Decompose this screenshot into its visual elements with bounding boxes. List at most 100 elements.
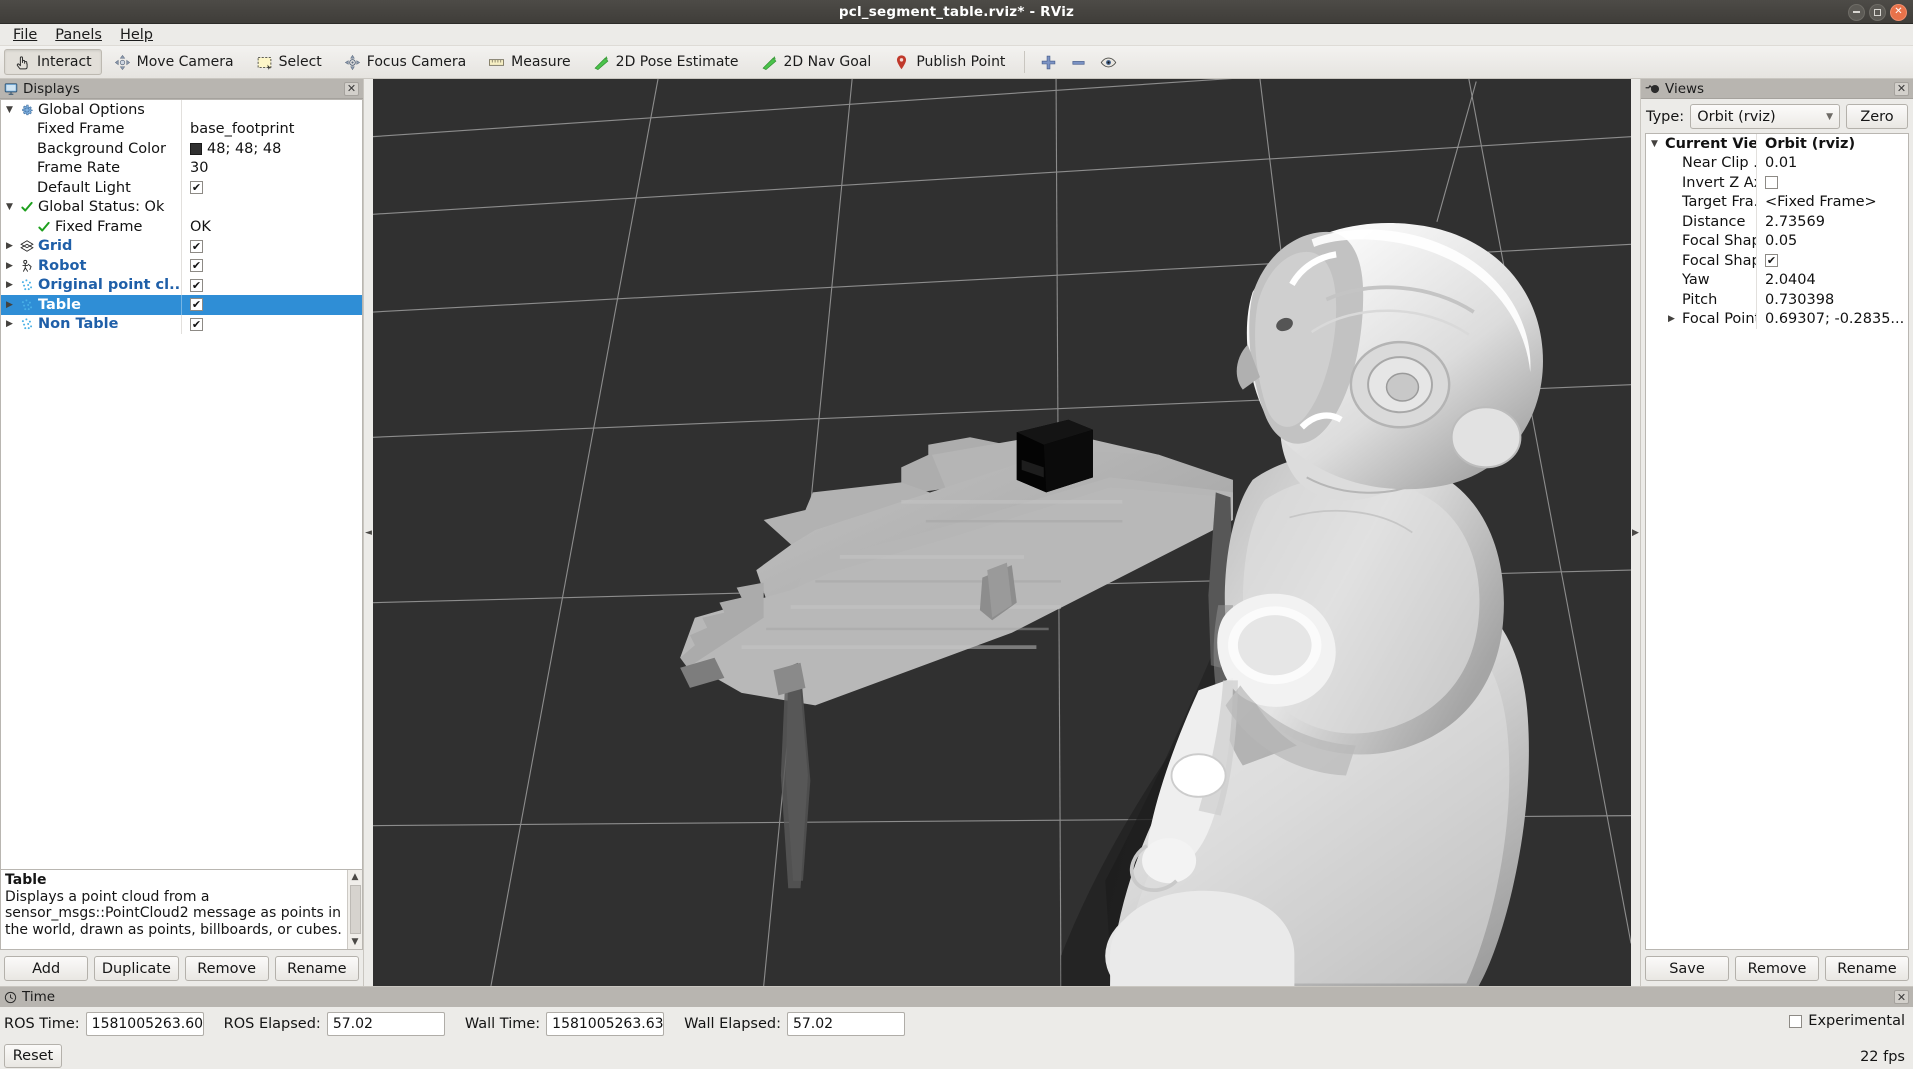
- scrollbar-thumb[interactable]: [349, 885, 361, 934]
- scroll-down-icon[interactable]: ▼: [352, 935, 359, 949]
- render-viewport-3d[interactable]: [373, 79, 1631, 986]
- property-row[interactable]: ▶ Robot ✔: [1, 256, 362, 276]
- property-value[interactable]: OK: [181, 217, 362, 237]
- property-value[interactable]: <Fixed Frame>: [1756, 192, 1908, 212]
- rename-view-button[interactable]: Rename: [1825, 956, 1909, 981]
- property-row[interactable]: Invert Z Axis: [1646, 173, 1908, 193]
- property-row[interactable]: Pitch 0.730398: [1646, 290, 1908, 310]
- property-row[interactable]: ▶ Focal Point 0.69307; -0.2835...: [1646, 309, 1908, 329]
- experimental-toggle[interactable]: Experimental: [1789, 1013, 1905, 1029]
- add-tool-button[interactable]: [1034, 49, 1062, 75]
- tool-properties-button[interactable]: [1094, 49, 1122, 75]
- tool-select[interactable]: Select: [246, 49, 332, 75]
- views-close-icon[interactable]: ✕: [1894, 81, 1909, 96]
- property-row[interactable]: Frame Rate 30: [1, 158, 362, 178]
- checkbox-checked[interactable]: ✔: [190, 259, 203, 273]
- property-value[interactable]: base_footprint: [181, 119, 362, 139]
- time-close-icon[interactable]: ✕: [1894, 990, 1909, 1004]
- property-value[interactable]: ✔: [181, 295, 362, 315]
- property-row[interactable]: ▶ Original point cl... ✔: [1, 275, 362, 295]
- twisty-collapsed-icon[interactable]: ▶: [3, 300, 16, 310]
- add-display-button[interactable]: Add: [4, 956, 89, 981]
- tool-2d-pose-estimate[interactable]: 2D Pose Estimate: [583, 49, 749, 75]
- view-type-select[interactable]: Orbit (rviz) ▼: [1690, 104, 1840, 129]
- twisty-collapsed-icon[interactable]: ▶: [3, 261, 16, 271]
- reset-time-button[interactable]: Reset: [4, 1044, 62, 1068]
- property-row[interactable]: Focal Shap... 0.05: [1646, 231, 1908, 251]
- property-row[interactable]: Focal Shap... ✔: [1646, 251, 1908, 271]
- experimental-checkbox[interactable]: [1789, 1014, 1803, 1028]
- property-row[interactable]: Fixed Frame base_footprint: [1, 119, 362, 139]
- time-field-input[interactable]: 1581005263.63: [546, 1012, 665, 1036]
- property-value[interactable]: [181, 197, 362, 217]
- color-swatch[interactable]: [190, 142, 202, 155]
- property-row[interactable]: ▼ Current View Orbit (rviz): [1646, 134, 1908, 154]
- twisty-collapsed-icon[interactable]: ▶: [3, 319, 16, 329]
- tool-measure[interactable]: Measure: [478, 49, 581, 75]
- displays-close-icon[interactable]: ✕: [344, 81, 359, 96]
- close-icon[interactable]: ✕: [1890, 3, 1907, 21]
- time-field-input[interactable]: 1581005263.60: [85, 1012, 204, 1036]
- displays-property-tree[interactable]: ▼ Global Options Fixed Frame base_footprint…: [0, 99, 363, 870]
- tool-focus-camera[interactable]: Focus Camera: [334, 49, 476, 75]
- twisty-collapsed-icon[interactable]: ▶: [3, 280, 16, 290]
- remove-view-button[interactable]: Remove: [1735, 956, 1819, 981]
- menu-panels[interactable]: Panels: [46, 25, 111, 45]
- twisty-collapsed-icon[interactable]: ▶: [1665, 314, 1678, 324]
- tool-2d-nav-goal[interactable]: 2D Nav Goal: [751, 49, 882, 75]
- property-row[interactable]: ▶ Non Table ✔: [1, 314, 362, 334]
- checkbox-checked[interactable]: ✔: [190, 278, 203, 292]
- property-row[interactable]: Yaw 2.0404: [1646, 270, 1908, 290]
- property-value[interactable]: [1756, 173, 1908, 193]
- property-value[interactable]: ✔: [181, 236, 362, 256]
- property-value[interactable]: ✔: [1756, 251, 1908, 271]
- property-value[interactable]: 30: [181, 158, 362, 178]
- property-value[interactable]: 0.730398: [1756, 290, 1908, 310]
- checkbox-checked[interactable]: ✔: [190, 181, 203, 195]
- right-panel-collapse-handle[interactable]: ▶: [1631, 79, 1640, 986]
- property-value[interactable]: 0.69307; -0.2835...: [1756, 309, 1908, 329]
- property-row[interactable]: Background Color 48; 48; 48: [1, 139, 362, 159]
- scroll-up-icon[interactable]: ▲: [352, 870, 359, 884]
- property-value[interactable]: 48; 48; 48: [181, 139, 362, 159]
- tool-interact[interactable]: Interact: [4, 49, 102, 75]
- time-field-input[interactable]: 57.02: [786, 1012, 905, 1036]
- property-row[interactable]: ▼ Global Options: [1, 100, 362, 120]
- maximize-icon[interactable]: [1869, 3, 1886, 21]
- twisty-collapsed-icon[interactable]: ▶: [3, 241, 16, 251]
- property-value[interactable]: ✔: [181, 275, 362, 295]
- remove-display-button[interactable]: Remove: [184, 956, 269, 981]
- property-row[interactable]: Near Clip ... 0.01: [1646, 153, 1908, 173]
- property-value[interactable]: ✔: [181, 314, 362, 334]
- checkbox-checked[interactable]: ✔: [190, 298, 203, 312]
- twisty-expanded-icon[interactable]: ▼: [3, 105, 16, 115]
- views-property-tree[interactable]: ▼ Current View Orbit (rviz) Near Clip ... 0.…: [1645, 133, 1909, 950]
- tool-move-camera[interactable]: Move Camera: [104, 49, 244, 75]
- property-value[interactable]: ✔: [181, 256, 362, 276]
- property-row[interactable]: Distance 2.73569: [1646, 212, 1908, 232]
- property-value[interactable]: Orbit (rviz): [1756, 134, 1908, 154]
- rename-display-button[interactable]: Rename: [274, 956, 359, 981]
- remove-tool-button[interactable]: [1064, 49, 1092, 75]
- property-row[interactable]: ▶ Grid ✔: [1, 236, 362, 256]
- checkbox-checked[interactable]: ✔: [190, 239, 203, 253]
- time-field-input[interactable]: 57.02: [326, 1012, 445, 1036]
- twisty-expanded-icon[interactable]: ▼: [1648, 139, 1661, 149]
- checkbox-unchecked[interactable]: [1765, 176, 1778, 190]
- checkbox-checked[interactable]: ✔: [1765, 254, 1778, 268]
- tool-publish-point[interactable]: Publish Point: [883, 49, 1015, 75]
- property-value[interactable]: 0.05: [1756, 231, 1908, 251]
- minimize-icon[interactable]: [1848, 3, 1865, 21]
- property-value[interactable]: 2.0404: [1756, 270, 1908, 290]
- property-value[interactable]: 2.73569: [1756, 212, 1908, 232]
- property-value[interactable]: ✔: [181, 178, 362, 198]
- property-row[interactable]: Fixed Frame OK: [1, 217, 362, 237]
- zero-view-button[interactable]: Zero: [1846, 104, 1908, 129]
- property-row[interactable]: Default Light ✔: [1, 178, 362, 198]
- description-scrollbar[interactable]: ▲ ▼: [347, 870, 362, 949]
- property-row[interactable]: ▼ Global Status: Ok: [1, 197, 362, 217]
- left-panel-collapse-handle[interactable]: ◄: [364, 79, 373, 986]
- save-view-button[interactable]: Save: [1645, 956, 1729, 981]
- property-value[interactable]: 0.01: [1756, 153, 1908, 173]
- twisty-expanded-icon[interactable]: ▼: [3, 202, 16, 212]
